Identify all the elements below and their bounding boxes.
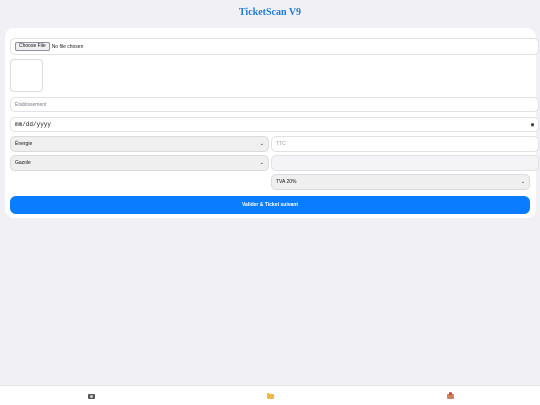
ttc-input[interactable]: TTC xyxy=(271,136,539,152)
chevron-down-icon: ⌄ xyxy=(259,160,264,166)
export-icon xyxy=(446,392,454,399)
empty-input[interactable] xyxy=(271,155,539,171)
nav-export[interactable] xyxy=(443,392,457,401)
nav-camera[interactable] xyxy=(84,392,98,401)
establishment-placeholder: Établissement xyxy=(15,101,47,108)
ttc-placeholder: TTC xyxy=(276,141,286,147)
file-status: No file chosen xyxy=(51,43,84,50)
vat-select[interactable]: TVA 20% ⌄ xyxy=(271,174,530,190)
date-placeholder: mm/dd/yyyy xyxy=(15,121,52,128)
submit-button[interactable]: Valider & Ticket suivant xyxy=(10,196,530,214)
calendar-icon[interactable]: ▣ xyxy=(531,122,534,128)
subcategory-value: Gazole xyxy=(15,160,31,166)
date-input[interactable]: mm/dd/yyyy ▣ xyxy=(10,117,539,132)
nav-folder[interactable] xyxy=(263,392,277,401)
chevron-down-icon: ⌄ xyxy=(520,179,525,185)
chevron-down-icon: ⌄ xyxy=(259,141,264,147)
category-select[interactable]: Énergie ⌄ xyxy=(10,136,269,152)
establishment-input[interactable]: Établissement xyxy=(10,97,539,112)
file-input[interactable]: Choose File No file chosen xyxy=(10,38,539,55)
choose-file-button[interactable]: Choose File xyxy=(15,42,50,51)
bottom-nav xyxy=(0,385,540,405)
app-title: TicketScan V9 xyxy=(238,7,302,18)
category-value: Énergie xyxy=(15,141,33,147)
folder-icon xyxy=(266,393,274,399)
camera-icon xyxy=(87,394,95,399)
image-preview xyxy=(10,59,43,92)
subcategory-select[interactable]: Gazole ⌄ xyxy=(10,155,269,171)
vat-value: TVA 20% xyxy=(276,179,297,185)
